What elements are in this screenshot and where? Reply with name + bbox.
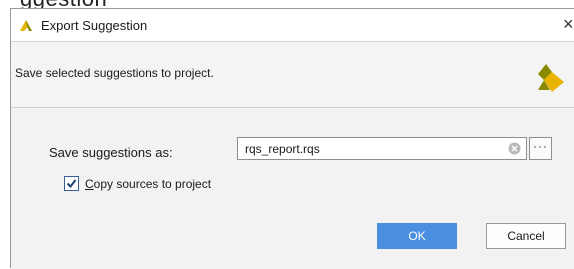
close-icon[interactable]: × xyxy=(563,14,574,34)
checkmark-icon xyxy=(66,179,77,189)
copy-sources-label[interactable]: Copy sources to project xyxy=(85,177,211,191)
copy-sources-label-text: opy sources to project xyxy=(93,177,212,191)
dialog-title: Export Suggestion xyxy=(41,18,148,33)
vivado-logo xyxy=(534,60,570,96)
banner-message: Save selected suggestions to project. xyxy=(15,66,214,80)
title-bar[interactable]: Export Suggestion × xyxy=(11,9,574,42)
filename-value: rqs_report.rqs xyxy=(245,142,320,156)
save-as-label: Save suggestions as: xyxy=(49,145,173,160)
dialog-banner: Save selected suggestions to project. xyxy=(11,42,574,108)
vivado-logo-icon xyxy=(18,17,34,33)
filename-input[interactable]: rqs_report.rqs xyxy=(237,137,527,160)
copy-sources-checkbox[interactable] xyxy=(64,176,79,191)
cancel-button[interactable]: Cancel xyxy=(486,223,566,249)
export-suggestion-dialog: Export Suggestion × Save selected sugges… xyxy=(10,8,574,269)
browse-button[interactable]: ··· xyxy=(529,137,552,160)
clear-icon[interactable] xyxy=(508,142,521,155)
ok-button[interactable]: OK xyxy=(377,223,457,249)
copy-sources-mnemonic: C xyxy=(85,177,94,191)
